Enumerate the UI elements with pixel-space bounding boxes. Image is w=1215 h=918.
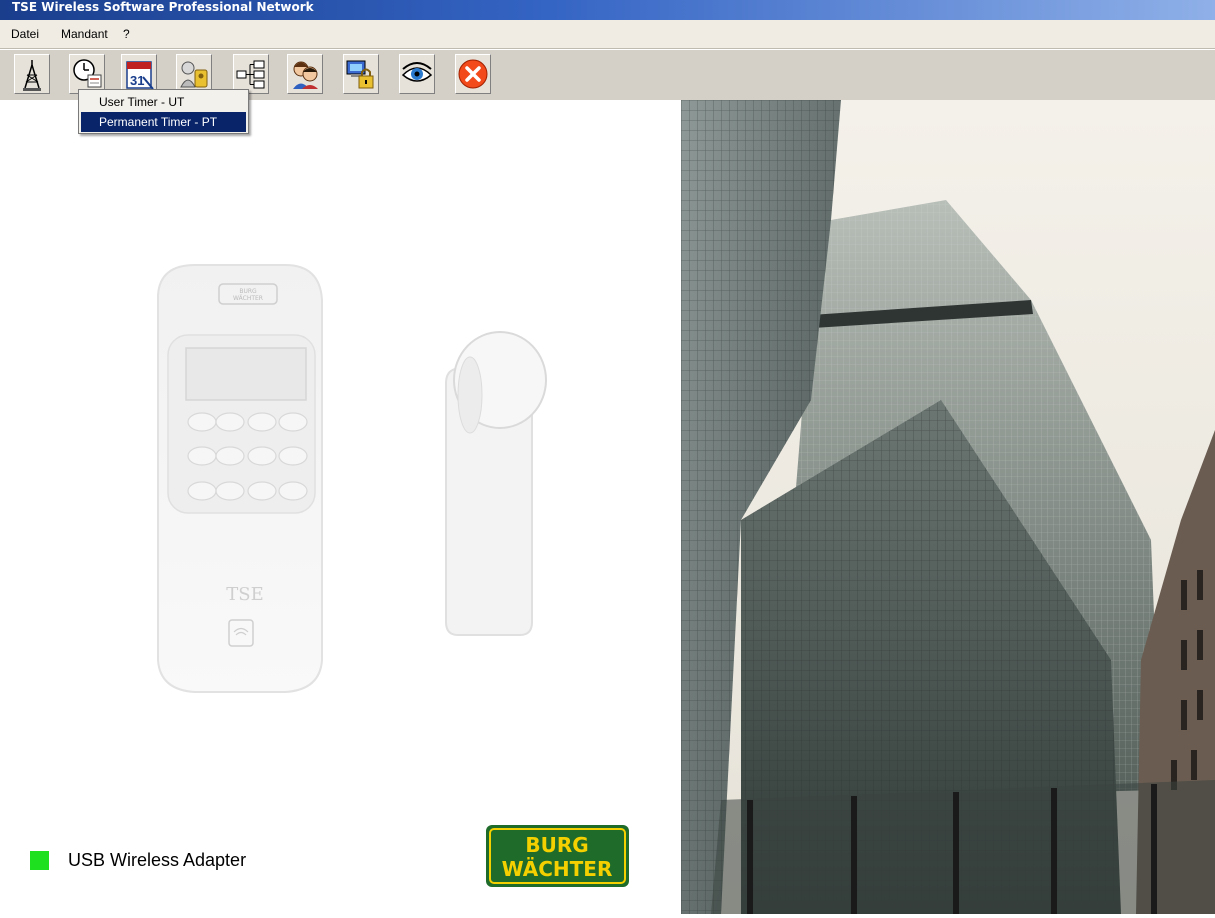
reader-tse-logo: TSE	[226, 584, 263, 605]
window-title: TSE Wireless Software Professional Netwo…	[12, 0, 314, 14]
title-bar: TSE Wireless Software Professional Netwo…	[0, 0, 1215, 20]
menu-item-permanent-timer[interactable]: Permanent Timer - PT	[81, 112, 246, 132]
menu-datei[interactable]: Datei	[11, 27, 39, 41]
menu-item-user-timer[interactable]: User Timer - UT	[81, 92, 246, 112]
exit-icon	[458, 59, 488, 89]
users-button[interactable]	[287, 54, 323, 94]
exit-button[interactable]	[455, 54, 491, 94]
menu-mandant[interactable]: Mandant	[61, 27, 108, 41]
computer-lock-icon	[346, 60, 374, 89]
reader-brand-label: BURG	[239, 288, 257, 295]
user-keys-icon	[180, 61, 208, 88]
antenna-tower-icon	[23, 60, 41, 91]
svg-text:31: 31	[130, 73, 144, 88]
timer-dropdown-menu: User Timer - UT Permanent Timer - PT	[78, 89, 249, 134]
logo-line1: BURG	[525, 833, 588, 857]
calendar-button[interactable]: 31	[121, 54, 157, 94]
menu-bar: Datei Mandant ?	[0, 20, 1215, 49]
device-illustration: BURG WÄCHTER TSE	[157, 264, 547, 693]
building-photo	[681, 100, 1215, 914]
svg-text:WÄCHTER: WÄCHTER	[233, 295, 263, 302]
user-keys-button[interactable]	[176, 54, 212, 94]
calendar-icon: 31	[126, 61, 154, 90]
timer-clock-icon	[73, 59, 102, 88]
network-tree-button[interactable]	[233, 54, 269, 94]
antenna-button[interactable]	[14, 54, 50, 94]
menu-help[interactable]: ?	[123, 27, 130, 41]
logo-line2: WÄCHTER	[502, 857, 613, 881]
network-tree-icon	[236, 60, 265, 89]
timer-button[interactable]	[69, 54, 105, 94]
burg-waechter-logo: BURG WÄCHTER	[486, 825, 629, 887]
adapter-status-indicator	[30, 851, 49, 870]
reader-display	[185, 347, 307, 401]
computer-lock-button[interactable]	[343, 54, 379, 94]
view-button[interactable]	[399, 54, 435, 94]
device-panel: BURG WÄCHTER TSE USB Wireless Adapter BU…	[0, 100, 681, 914]
skyscraper-image	[681, 100, 1215, 914]
users-icon	[293, 61, 318, 89]
eye-icon	[401, 62, 433, 82]
adapter-status-label: USB Wireless Adapter	[68, 850, 247, 870]
